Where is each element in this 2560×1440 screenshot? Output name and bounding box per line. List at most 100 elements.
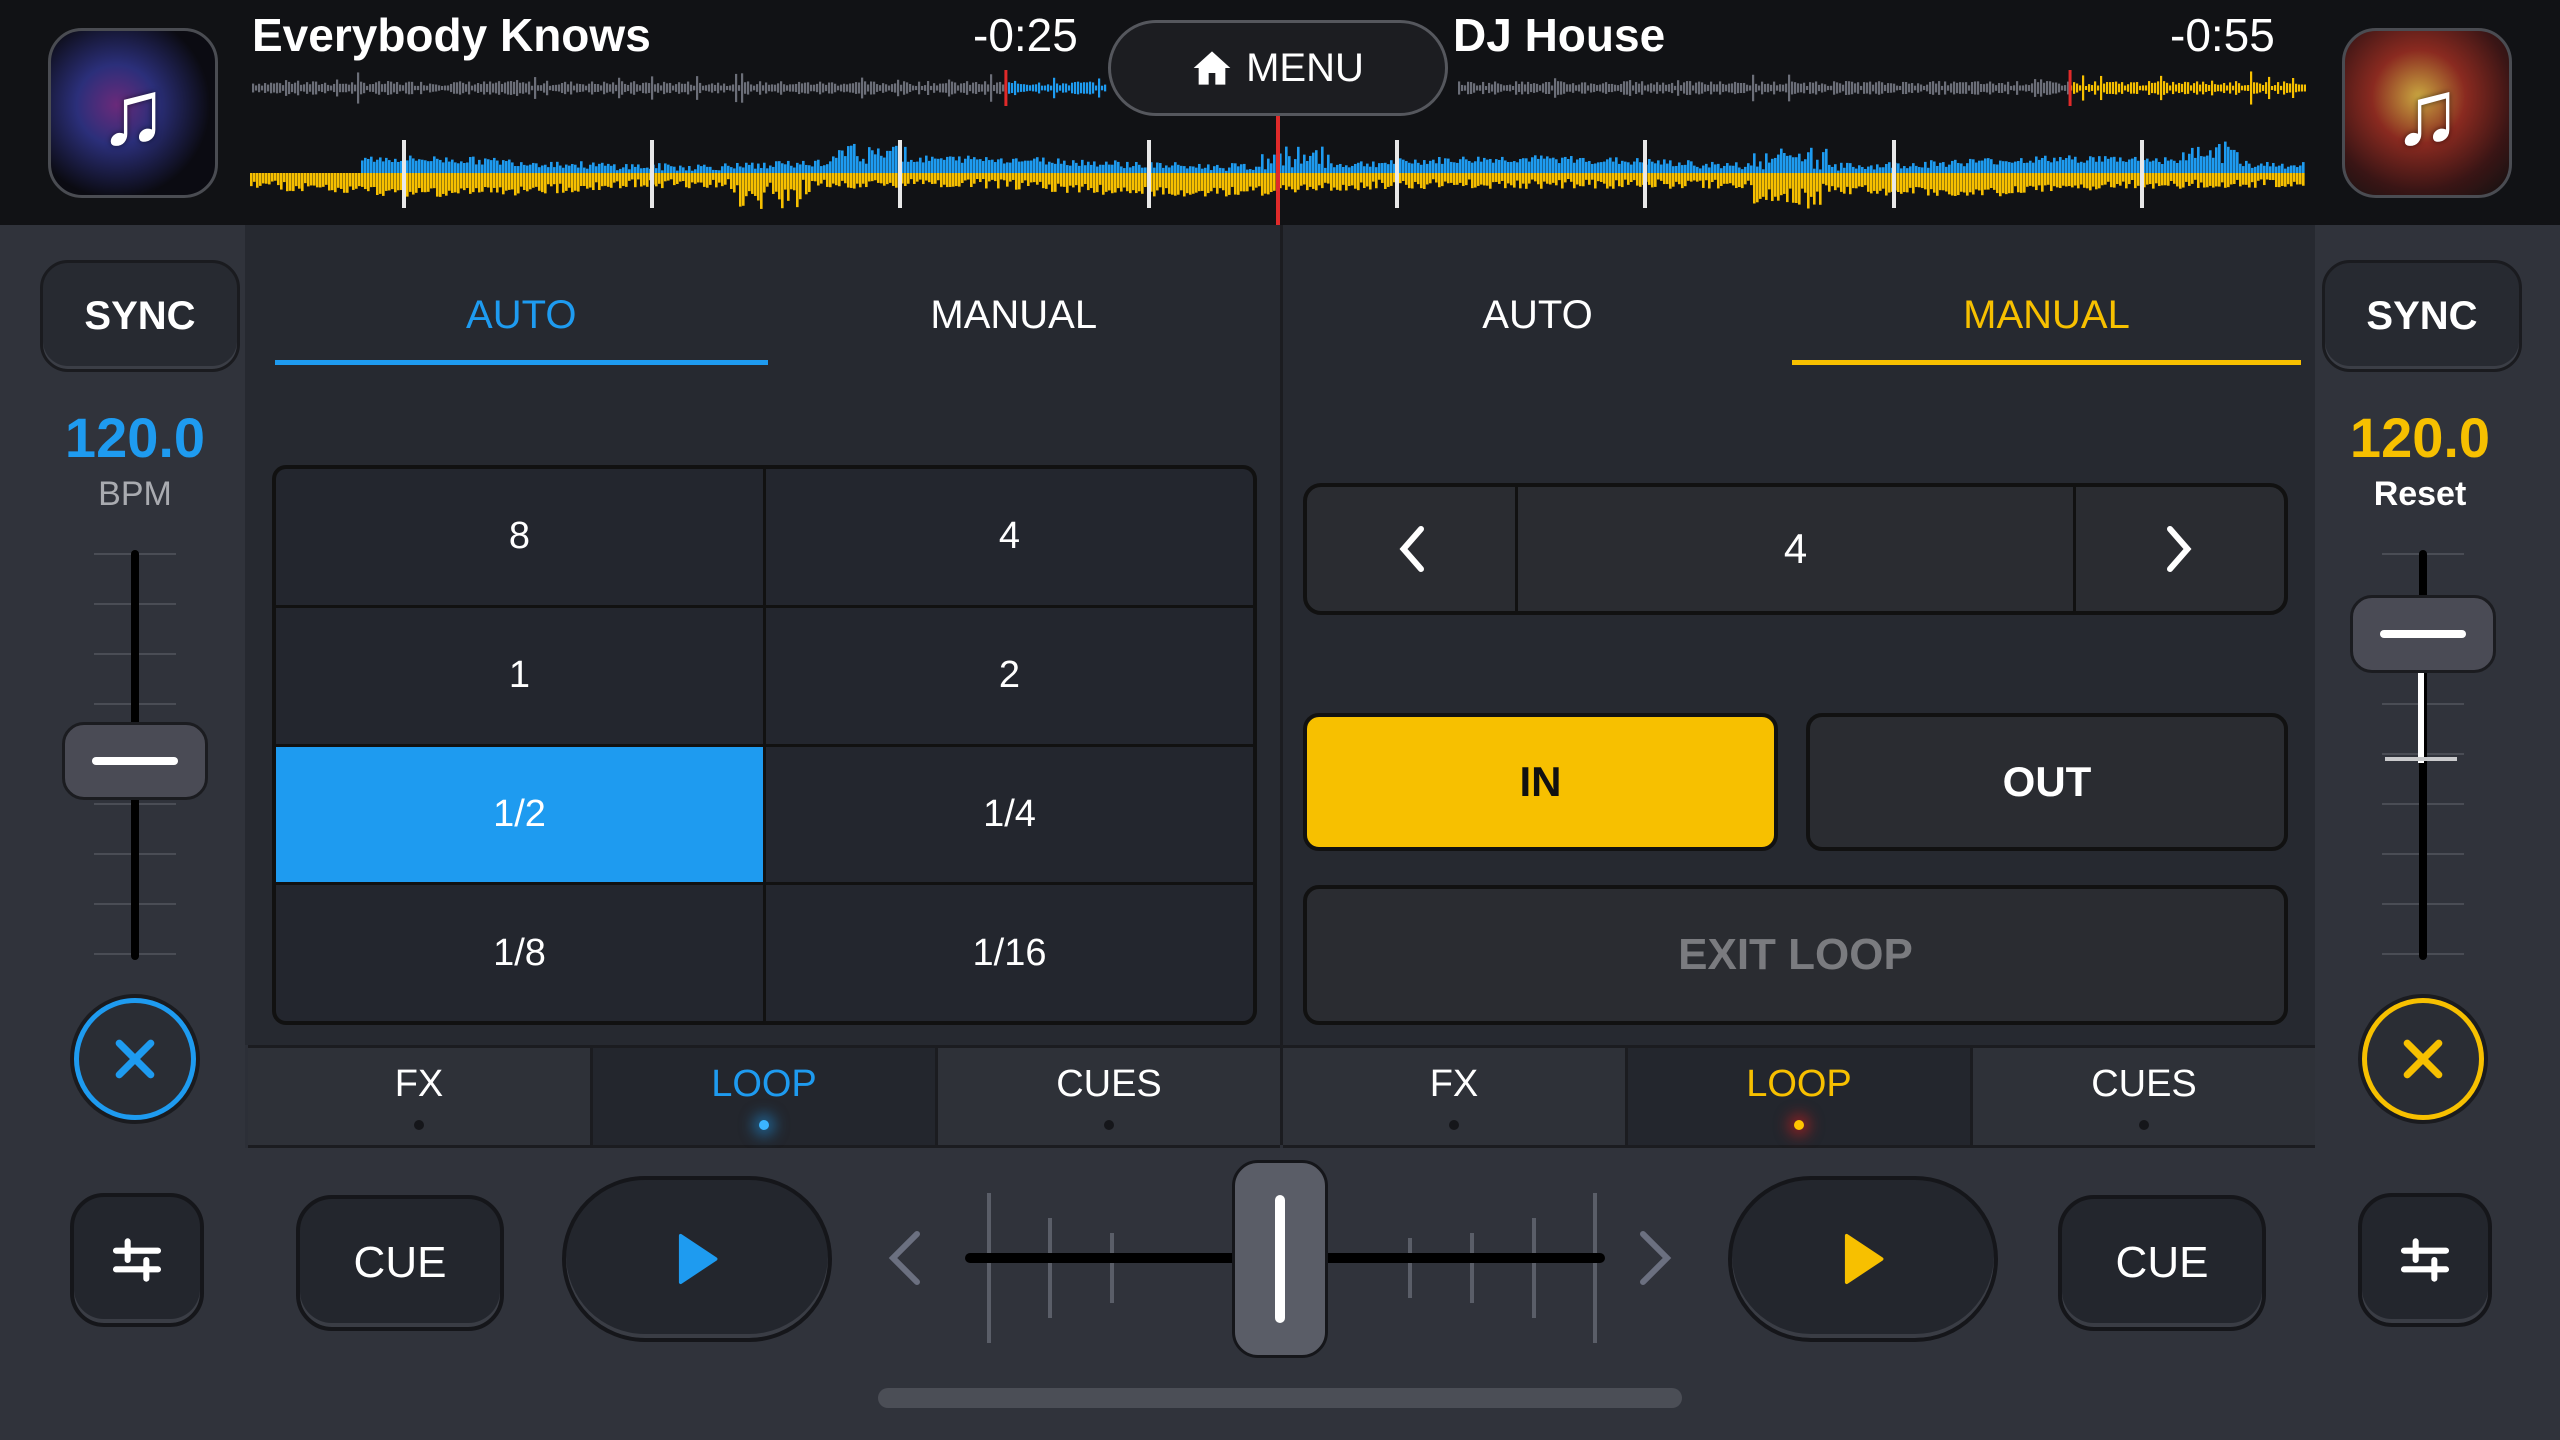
waveform-bar-low bbox=[2038, 173, 2041, 186]
waveform-bar-low bbox=[1702, 173, 1705, 188]
overview-bar bbox=[369, 84, 372, 92]
loop-in-button[interactable]: IN bbox=[1303, 713, 1778, 851]
waveform-bar-high bbox=[478, 159, 481, 173]
overview-bar bbox=[360, 81, 363, 95]
loop-size-1-8[interactable]: 1/8 bbox=[276, 885, 763, 1021]
loop-out-button[interactable]: OUT bbox=[1806, 713, 2288, 851]
deck-a-artwork[interactable]: ♫ bbox=[48, 28, 218, 198]
overview-bar bbox=[2004, 84, 2007, 92]
music-note-icon: ♫ bbox=[2392, 62, 2462, 164]
deck-b-artwork[interactable]: ♫ bbox=[2342, 28, 2512, 198]
loop-size-4[interactable]: 4 bbox=[766, 469, 1253, 605]
waveform-bar-low bbox=[1981, 173, 1984, 196]
waveform-bar-high bbox=[2248, 163, 2251, 173]
overview-bar bbox=[282, 85, 285, 91]
deck-a-play-button[interactable] bbox=[562, 1176, 832, 1342]
waveform-bar-low bbox=[553, 173, 556, 185]
waveform-bar-high bbox=[2164, 157, 2167, 173]
deck-b-tab-fx[interactable]: FX bbox=[1283, 1048, 1625, 1145]
waveform-bar-low bbox=[1888, 173, 1891, 193]
overview-bar bbox=[933, 83, 936, 93]
deck-b-sync-button[interactable]: SYNC bbox=[2322, 260, 2522, 372]
deck-a-sync-button[interactable]: SYNC bbox=[40, 260, 240, 372]
waveform-bar-low bbox=[2299, 173, 2302, 185]
waveform-bar-high bbox=[577, 167, 580, 173]
menu-button[interactable]: MENU bbox=[1108, 20, 1448, 116]
deck-a-tab-loop[interactable]: LOOP bbox=[593, 1048, 935, 1145]
crossfader-handle[interactable] bbox=[1232, 1160, 1328, 1358]
waveform-bar-low bbox=[1231, 173, 1234, 187]
waveform-bar-high bbox=[667, 164, 670, 173]
waveform-bar-high bbox=[1825, 148, 1828, 173]
deck-b-pitch-slider-handle[interactable] bbox=[2350, 595, 2496, 673]
deck-a-overview-waveform[interactable] bbox=[252, 70, 1107, 106]
overview-bar bbox=[1017, 83, 1020, 93]
deck-b-track-title: DJ House bbox=[1453, 9, 1666, 61]
deck-b-overview-waveform[interactable] bbox=[1458, 70, 2306, 106]
waveform-bar-low bbox=[1699, 173, 1702, 181]
waveform-bar-high bbox=[1867, 166, 1870, 173]
loop-size-1-2[interactable]: 1/2 bbox=[276, 746, 763, 883]
waveform-bar-low bbox=[1996, 173, 1999, 194]
overview-bar bbox=[309, 84, 312, 92]
waveform-bar-low bbox=[1522, 173, 1525, 184]
overview-bar bbox=[1686, 81, 1689, 95]
waveform-bar-high bbox=[1399, 158, 1402, 173]
loop-size-1-16[interactable]: 1/16 bbox=[766, 885, 1253, 1021]
deck-b-reset-button[interactable]: Reset bbox=[2295, 475, 2545, 514]
waveform-bar-low bbox=[949, 173, 952, 187]
loop-length-decrease-button[interactable] bbox=[1307, 487, 1515, 611]
deck-a-pitch-slider-handle[interactable] bbox=[62, 722, 208, 800]
loop-size-2[interactable]: 2 bbox=[766, 607, 1253, 744]
overview-bar bbox=[813, 84, 816, 92]
deck-b-eq-button[interactable] bbox=[2358, 1193, 2492, 1327]
crossfader-left-arrow[interactable] bbox=[885, 1228, 925, 1288]
deck-a-eq-button[interactable] bbox=[70, 1193, 204, 1327]
waveform-bar-low bbox=[430, 173, 433, 189]
deck-a-tab-auto[interactable]: AUTO bbox=[275, 265, 768, 365]
crossfader-right-arrow[interactable] bbox=[1635, 1228, 1675, 1288]
waveform-bar-high bbox=[1087, 161, 1090, 173]
overview-bar bbox=[399, 84, 402, 92]
loop-size-8[interactable]: 8 bbox=[276, 469, 763, 605]
waveform-bar-high bbox=[1648, 159, 1651, 173]
waveform-bar-high bbox=[2266, 161, 2269, 173]
waveform-bar-high bbox=[1807, 152, 1810, 173]
deck-b-play-button[interactable] bbox=[1728, 1176, 1998, 1342]
home-indicator-bar[interactable] bbox=[878, 1388, 1682, 1408]
waveform-bar-high bbox=[1357, 162, 1360, 173]
deck-a-eject-button[interactable] bbox=[74, 998, 196, 1120]
waveform-bar-low bbox=[1582, 173, 1585, 187]
overview-bar bbox=[1839, 83, 1842, 93]
overview-bar bbox=[2286, 83, 2289, 93]
waveform-bar-high bbox=[2251, 167, 2254, 173]
waveform-bar-low bbox=[2290, 173, 2293, 187]
deck-a-tab-fx[interactable]: FX bbox=[248, 1048, 590, 1145]
deck-b-tab-manual[interactable]: MANUAL bbox=[1792, 265, 2301, 365]
deck-b-tab-auto[interactable]: AUTO bbox=[1283, 265, 1792, 365]
waveform-bar-low bbox=[1159, 173, 1162, 188]
deck-b-eject-button[interactable] bbox=[2362, 998, 2484, 1120]
deck-b-tab-loop[interactable]: LOOP bbox=[1628, 1048, 1970, 1145]
overview-bar bbox=[831, 82, 834, 94]
waveform-bar-low bbox=[2032, 173, 2035, 187]
deck-a-tab-manual[interactable]: MANUAL bbox=[768, 265, 1261, 365]
waveform-bar-low bbox=[334, 173, 337, 193]
waveform-bar-high bbox=[1813, 168, 1816, 173]
waveform-bar-low bbox=[1198, 173, 1201, 192]
waveform-bar-low bbox=[259, 173, 262, 186]
waveform-bar-high bbox=[406, 160, 409, 173]
loop-size-1-4[interactable]: 1/4 bbox=[766, 746, 1253, 883]
deck-b-cue-button[interactable]: CUE bbox=[2058, 1195, 2266, 1331]
exit-loop-button[interactable]: EXIT LOOP bbox=[1303, 885, 2288, 1025]
deck-b-tab-cues[interactable]: CUES bbox=[1973, 1048, 2315, 1145]
waveform-bar-low bbox=[685, 173, 688, 188]
loop-size-1[interactable]: 1 bbox=[276, 607, 763, 744]
overview-bar bbox=[495, 82, 498, 94]
deck-a-cue-button[interactable]: CUE bbox=[296, 1195, 504, 1331]
waveform-bar-low bbox=[1897, 173, 1900, 192]
waveform-bar-low bbox=[850, 173, 853, 188]
overview-bar bbox=[2112, 82, 2115, 94]
loop-length-increase-button[interactable] bbox=[2076, 487, 2284, 611]
deck-a-tab-cues[interactable]: CUES bbox=[938, 1048, 1280, 1145]
